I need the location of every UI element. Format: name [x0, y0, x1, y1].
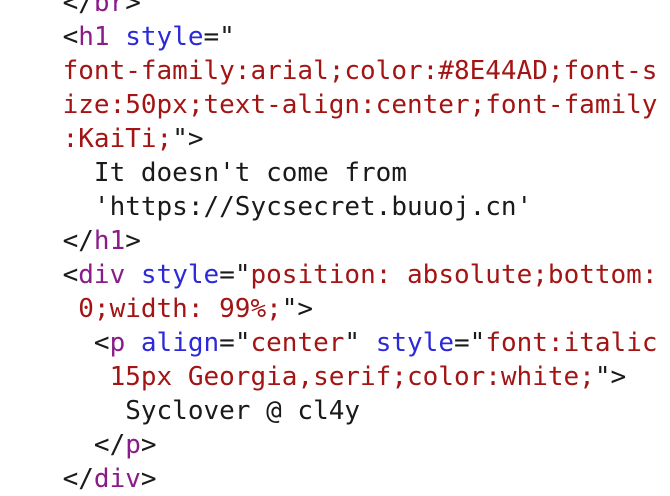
code-line: </div> — [0, 462, 670, 496]
code-tag-name: div — [93, 464, 141, 494]
code-punctuation: =" — [454, 328, 486, 358]
code-punctuation: " — [344, 328, 376, 358]
code-punctuation — [110, 22, 126, 52]
code-line: 'https://Sycsecret.buuoj.cn' — [0, 190, 670, 224]
code-punctuation: < — [0, 328, 110, 358]
code-line: </h1> — [0, 224, 670, 258]
code-punctuation: > — [125, 0, 141, 18]
code-line: 0;width: 99%;"> — [0, 292, 670, 326]
code-punctuation: </ — [0, 464, 94, 494]
code-line: It doesn't come from — [0, 156, 670, 190]
code-punctuation: < — [0, 22, 79, 52]
code-string: 15px Georgia,serif;color:white; — [0, 362, 595, 392]
code-string: :KaiTi; — [0, 124, 173, 154]
code-punctuation: < — [0, 260, 79, 290]
code-punctuation: > — [140, 430, 157, 460]
code-line: </p> — [0, 428, 670, 462]
code-attribute-name: style — [125, 22, 204, 52]
code-punctuation: </ — [0, 226, 94, 256]
code-punctuation: </ — [0, 430, 126, 460]
code-punctuation: =" — [219, 328, 251, 358]
code-punctuation: "> — [281, 294, 314, 324]
code-punctuation: =" — [219, 260, 251, 290]
code-line: ize:50px;text-align:center;font-family — [0, 88, 670, 122]
code-string: center — [250, 328, 345, 358]
code-punctuation: =" — [203, 22, 235, 52]
code-attribute-name: align — [140, 328, 220, 358]
code-string: ize:50px;text-align:center;font-family — [0, 90, 658, 120]
code-punctuation: "> — [594, 362, 627, 392]
code-tag-name: div — [78, 260, 126, 290]
code-line: <div style="position: absolute;bottom: — [0, 258, 670, 292]
code-text: It doesn't come from — [0, 158, 407, 188]
code-punctuation: </ — [0, 0, 94, 18]
code-line: </br> — [0, 0, 670, 20]
code-string: 0;width: 99%; — [0, 294, 282, 324]
code-tag-name: h1 — [93, 226, 126, 256]
code-punctuation: > — [140, 464, 157, 494]
code-line: font-family:arial;color:#8E44AD;font-s — [0, 54, 670, 88]
code-tag-name: p — [109, 328, 126, 358]
code-attribute-name: style — [140, 260, 220, 290]
code-text: 'https://Sycsecret.buuoj.cn' — [0, 192, 533, 222]
code-string: font:italic — [485, 328, 658, 358]
code-punctuation — [125, 328, 141, 358]
code-punctuation: > — [125, 226, 141, 256]
code-line: Syclover @ cl4y — [0, 394, 670, 428]
code-attribute-name: style — [375, 328, 454, 358]
code-tag-name: br — [93, 0, 126, 18]
code-line: 15px Georgia,serif;color:white;"> — [0, 360, 670, 394]
code-text: Syclover @ cl4y — [0, 396, 361, 426]
code-line: :KaiTi;"> — [0, 122, 670, 156]
code-tag-name: h1 — [78, 22, 110, 52]
code-line: <p align="center" style="font:italic — [0, 326, 670, 360]
code-punctuation — [125, 260, 141, 290]
code-line: <h1 style=" — [0, 20, 670, 54]
source-code-view: </br> <h1 style=" font-family:arial;colo… — [0, 0, 670, 496]
code-string: position: absolute;bottom: — [250, 260, 658, 290]
code-tag-name: p — [125, 430, 141, 460]
code-punctuation: "> — [172, 124, 204, 154]
code-string: font-family:arial;color:#8E44AD;font-s — [0, 56, 658, 86]
